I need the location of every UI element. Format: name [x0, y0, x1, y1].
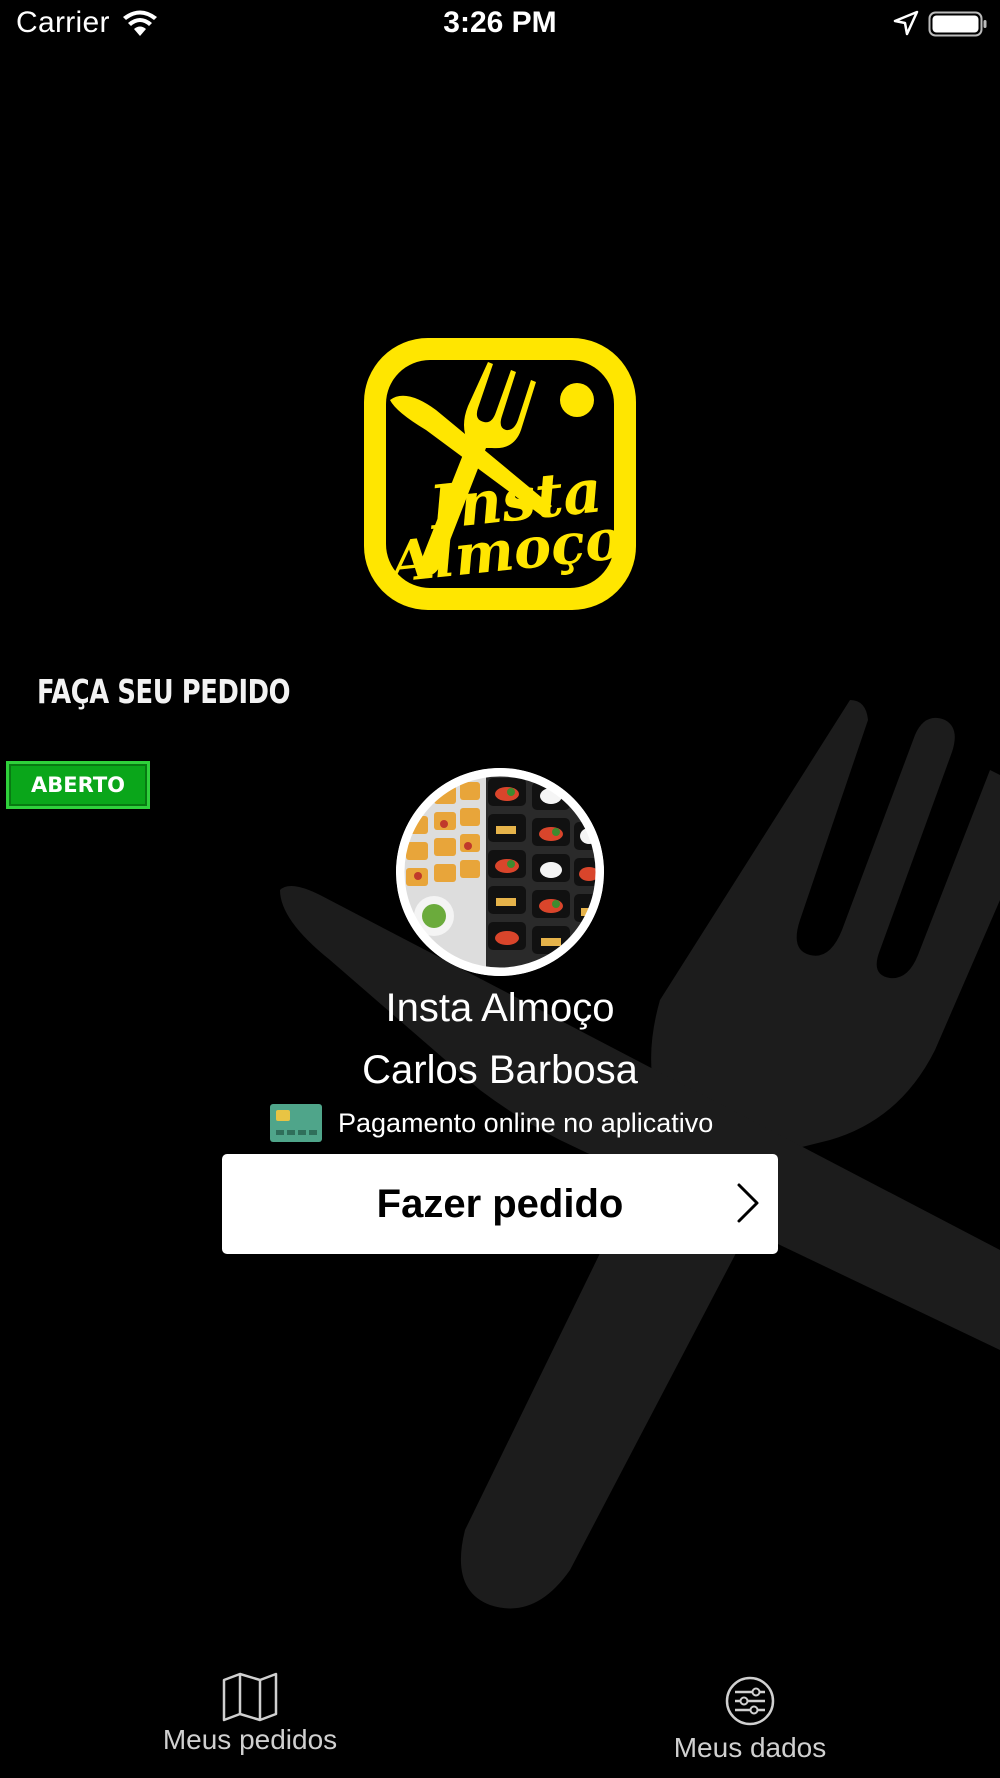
battery-icon — [928, 11, 987, 37]
payment-info: Pagamento online no aplicativo — [270, 1102, 713, 1144]
tab-my-orders-label: Meus pedidos — [162, 1724, 338, 1755]
sliders-icon — [725, 1676, 775, 1726]
tab-my-orders[interactable]: Meus pedidos — [130, 1672, 370, 1772]
order-heading: FAÇA SEU PEDIDO — [37, 672, 291, 711]
tab-my-data-label: Meus dados — [673, 1732, 827, 1763]
food-trays-image — [396, 768, 604, 976]
open-status-badge: ABERTO — [6, 761, 150, 809]
chevron-right-icon — [737, 1183, 759, 1223]
restaurant-photo — [396, 768, 604, 976]
credit-card-icon — [270, 1104, 322, 1142]
place-order-label: Fazer pedido — [376, 1181, 624, 1226]
location-arrow-icon — [893, 10, 919, 36]
payment-text: Pagamento online no aplicativo — [338, 1107, 714, 1138]
insta-almoco-logo: Insta Almoço — [364, 338, 636, 610]
restaurant-name: Insta Almoço — [385, 986, 615, 1030]
place-order-button[interactable]: Fazer pedido — [222, 1154, 778, 1254]
status-time: 3:26 PM — [443, 6, 557, 39]
map-icon — [222, 1672, 278, 1722]
restaurant-city: Carlos Barbosa — [362, 1048, 638, 1092]
tab-my-data[interactable]: Meus dados — [640, 1676, 860, 1776]
